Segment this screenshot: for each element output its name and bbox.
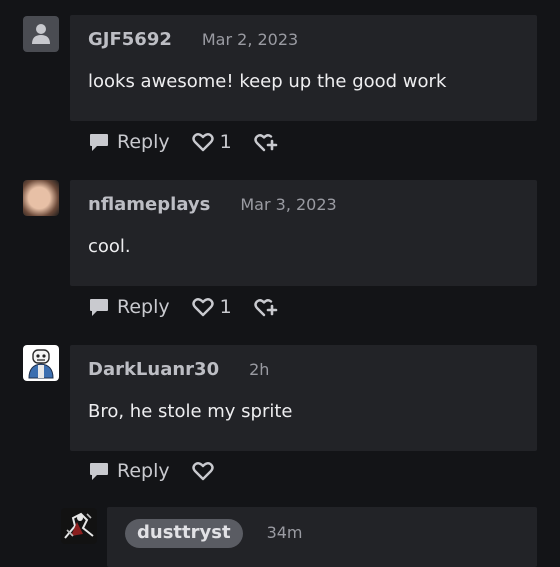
like-button[interactable]: 1 bbox=[191, 131, 232, 153]
comment-bubble: nflameplays Mar 3, 2023 cool. bbox=[70, 180, 537, 286]
comment-date: Mar 2, 2023 bbox=[201, 30, 299, 49]
reply-button[interactable]: Reply bbox=[88, 131, 170, 153]
heart-outline-icon bbox=[191, 133, 214, 152]
speech-bubble-icon bbox=[90, 299, 108, 316]
reply-button[interactable]: Reply bbox=[88, 296, 170, 318]
reply-author-chip[interactable]: dusttryst bbox=[125, 519, 243, 548]
heart-outline-icon bbox=[191, 462, 214, 481]
like-count: 1 bbox=[219, 131, 232, 153]
comment-actions: Reply bbox=[88, 456, 236, 486]
reply-button[interactable]: Reply bbox=[88, 460, 170, 482]
avatar[interactable] bbox=[61, 508, 97, 544]
heart-outline-icon bbox=[191, 298, 214, 317]
comment-author[interactable]: GJF5692 bbox=[88, 29, 172, 50]
comment-actions: Reply 1 bbox=[88, 127, 300, 157]
comment-date: 2h bbox=[249, 360, 270, 379]
comment-actions: Reply 1 bbox=[88, 292, 300, 322]
comment-bubble: dusttryst 34m bbox=[107, 507, 537, 567]
heart-plus-icon bbox=[254, 299, 278, 317]
comment-author[interactable]: DarkLuanr30 bbox=[88, 359, 219, 380]
avatar[interactable] bbox=[23, 345, 59, 381]
comment-date: Mar 3, 2023 bbox=[240, 195, 337, 214]
heart-plus-icon bbox=[254, 134, 278, 152]
avatar[interactable] bbox=[23, 180, 59, 216]
speech-bubble-icon bbox=[90, 134, 108, 151]
user-silhouette-icon bbox=[32, 24, 50, 44]
comment-text: cool. bbox=[88, 236, 131, 257]
reply-label: Reply bbox=[117, 131, 170, 153]
comment-bubble: GJF5692 Mar 2, 2023 looks awesome! keep … bbox=[70, 15, 537, 121]
like-button[interactable] bbox=[191, 461, 214, 481]
comment-date: 34m bbox=[266, 523, 303, 542]
dark-sprite-avatar-icon bbox=[64, 512, 94, 539]
reply-label: Reply bbox=[117, 460, 170, 482]
reply-label: Reply bbox=[117, 296, 170, 318]
add-reaction-button[interactable] bbox=[254, 131, 278, 153]
comment-text: looks awesome! keep up the good work bbox=[88, 71, 447, 92]
like-button[interactable]: 1 bbox=[191, 296, 232, 318]
avatar[interactable] bbox=[23, 16, 59, 52]
speech-bubble-icon bbox=[90, 463, 108, 480]
like-count: 1 bbox=[219, 296, 232, 318]
comment-text: Bro, he stole my sprite bbox=[88, 401, 293, 422]
sprite-avatar-icon bbox=[28, 349, 54, 379]
comment-bubble: DarkLuanr30 2h Bro, he stole my sprite bbox=[70, 345, 537, 451]
comment-author[interactable]: nflameplays bbox=[88, 194, 210, 215]
add-reaction-button[interactable] bbox=[254, 296, 278, 318]
